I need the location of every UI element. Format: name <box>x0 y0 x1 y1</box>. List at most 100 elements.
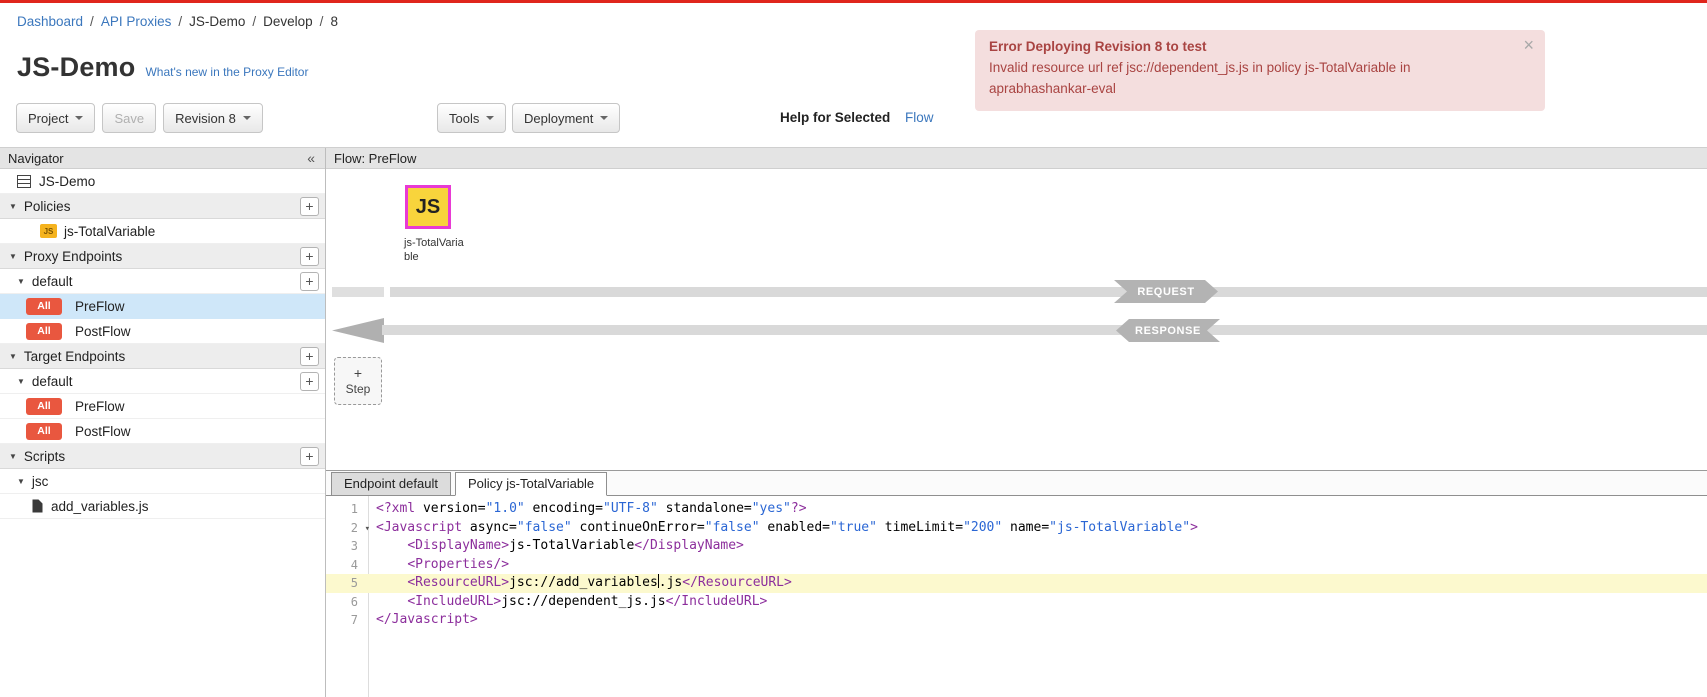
nav-item-label: default <box>32 374 73 389</box>
all-badge: All <box>26 323 62 340</box>
js-policy-icon: JS <box>40 224 57 238</box>
navigator-panel: Navigator « JS-Demo ▼ Policies + JS js-T… <box>0 148 326 697</box>
nav-section-proxy-endpoints[interactable]: ▼ Proxy Endpoints + <box>0 244 325 269</box>
all-badge: All <box>26 423 62 440</box>
nav-item-proxy-root[interactable]: JS-Demo <box>0 169 325 194</box>
nav-item-label: jsc <box>32 474 49 489</box>
all-badge: All <box>26 398 62 415</box>
line-number: 7 <box>326 611 368 630</box>
proxy-editor-app: Dashboard / API Proxies / JS-Demo / Deve… <box>0 0 1707 697</box>
nav-item-proxy-postflow[interactable]: All PostFlow <box>0 319 325 344</box>
disclosure-triangle-icon[interactable]: ▼ <box>9 252 17 261</box>
error-title: Error Deploying Revision 8 to test <box>989 39 1511 54</box>
add-script-button[interactable]: + <box>300 447 319 466</box>
breadcrumb-separator: / <box>320 14 324 29</box>
breadcrumb-proxy-name: JS-Demo <box>189 14 245 29</box>
code-line[interactable]: 4 <Properties/> <box>326 556 1707 575</box>
plus-icon: + <box>354 367 362 379</box>
nav-section-target-endpoints[interactable]: ▼ Target Endpoints + <box>0 344 325 369</box>
collapse-sidebar-icon[interactable]: « <box>304 150 317 166</box>
whats-new-link[interactable]: What's new in the Proxy Editor <box>145 65 308 79</box>
response-arrow-label: RESPONSE <box>1116 319 1220 342</box>
nav-item-label: PostFlow <box>75 324 131 339</box>
policy-node-label: js-TotalVariable <box>404 236 464 265</box>
breadcrumb-revision: 8 <box>330 14 338 29</box>
code-text: <DisplayName>js-TotalVariable</DisplayNa… <box>368 537 744 556</box>
code-line[interactable]: 6 <IncludeURL>jsc://dependent_js.js</Inc… <box>326 593 1707 612</box>
nav-item-scripts-jsc-folder[interactable]: ▼ jsc <box>0 469 325 494</box>
flow-canvas[interactable]: JS js-TotalVariable REQUEST RESPONSE + S… <box>326 169 1707 470</box>
nav-section-label: Policies <box>24 199 71 214</box>
disclosure-triangle-icon[interactable]: ▼ <box>17 277 25 286</box>
nav-item-label: PreFlow <box>75 399 125 414</box>
toolbar-deployment-group: Deployment <box>512 103 620 133</box>
save-button[interactable]: Save <box>102 103 156 133</box>
tab-endpoint-default[interactable]: Endpoint default <box>331 472 451 496</box>
save-label: Save <box>114 111 144 126</box>
disclosure-triangle-icon[interactable]: ▼ <box>17 377 25 386</box>
all-badge: All <box>26 298 62 315</box>
js-policy-shape-icon[interactable]: JS <box>405 185 451 229</box>
nav-item-label: JS-Demo <box>39 174 95 189</box>
page-title: JS-Demo <box>17 52 135 83</box>
nav-section-label: Proxy Endpoints <box>24 249 122 264</box>
flow-header: Flow: PreFlow <box>326 148 1707 169</box>
js-policy-shape-label: JS <box>416 196 440 219</box>
code-editor: Endpoint default Policy js-TotalVariable… <box>326 470 1707 697</box>
add-step-label: Step <box>346 382 371 396</box>
code-text: <Properties/> <box>368 556 509 575</box>
disclosure-triangle-icon[interactable]: ▼ <box>9 202 17 211</box>
fold-arrow-icon[interactable]: ▾ <box>365 520 370 539</box>
nav-item-label: PreFlow <box>75 299 125 314</box>
policy-node-js-totalvariable[interactable]: JS js-TotalVariable <box>402 185 468 265</box>
code-line[interactable]: 5 <ResourceURL>jsc://add_variables.js</R… <box>326 574 1707 593</box>
nav-item-label: PostFlow <box>75 424 131 439</box>
add-policy-button[interactable]: + <box>300 197 319 216</box>
flow-help-link[interactable]: Flow <box>905 110 934 125</box>
code-text: <ResourceURL>jsc://add_variables.js</Res… <box>368 574 792 593</box>
code-line[interactable]: 7</Javascript> <box>326 611 1707 630</box>
request-arrow-label: REQUEST <box>1114 280 1218 303</box>
navigator-title: Navigator <box>8 151 64 166</box>
nav-item-script-file[interactable]: add_variables.js <box>0 494 325 519</box>
add-flow-button[interactable]: + <box>300 272 319 291</box>
flow-panel: Flow: PreFlow JS js-TotalVariable REQUES… <box>326 148 1707 697</box>
add-flow-button[interactable]: + <box>300 372 319 391</box>
response-flow-bar <box>382 325 1707 335</box>
project-menu-label: Project <box>28 111 68 126</box>
nav-item-policy-js-totalvariable[interactable]: JS js-TotalVariable <box>0 219 325 244</box>
nav-section-policies[interactable]: ▼ Policies + <box>0 194 325 219</box>
breadcrumb-api-proxies[interactable]: API Proxies <box>101 14 172 29</box>
nav-item-target-postflow[interactable]: All PostFlow <box>0 419 325 444</box>
disclosure-triangle-icon[interactable]: ▼ <box>17 477 25 486</box>
nav-section-scripts[interactable]: ▼ Scripts + <box>0 444 325 469</box>
tools-menu-button[interactable]: Tools <box>437 103 506 133</box>
code-line[interactable]: 2▾<Javascript async="false" continueOnEr… <box>326 519 1707 538</box>
nav-item-proxy-preflow[interactable]: All PreFlow <box>0 294 325 319</box>
deployment-menu-button[interactable]: Deployment <box>512 103 620 133</box>
navigator-header: Navigator « <box>0 148 325 169</box>
revision-menu-button[interactable]: Revision 8 <box>163 103 263 133</box>
close-icon[interactable]: × <box>1523 36 1534 54</box>
line-number: 6 <box>326 593 368 612</box>
code-line[interactable]: 3 <DisplayName>js-TotalVariable</Display… <box>326 537 1707 556</box>
project-menu-button[interactable]: Project <box>16 103 95 133</box>
nav-item-target-preflow[interactable]: All PreFlow <box>0 394 325 419</box>
nav-item-target-endpoint-default[interactable]: ▼ default + <box>0 369 325 394</box>
nav-item-proxy-endpoint-default[interactable]: ▼ default + <box>0 269 325 294</box>
code-lines[interactable]: 1<?xml version="1.0" encoding="UTF-8" st… <box>326 496 1707 697</box>
flow-header-label: Flow: PreFlow <box>334 151 416 166</box>
add-target-endpoint-button[interactable]: + <box>300 347 319 366</box>
line-number: 5 <box>326 574 368 593</box>
breadcrumb-dashboard[interactable]: Dashboard <box>17 14 83 29</box>
add-proxy-endpoint-button[interactable]: + <box>300 247 319 266</box>
chevron-down-icon <box>600 116 608 120</box>
code-text: <Javascript async="false" continueOnErro… <box>368 519 1198 538</box>
code-line[interactable]: 1<?xml version="1.0" encoding="UTF-8" st… <box>326 500 1707 519</box>
disclosure-triangle-icon[interactable]: ▼ <box>9 452 17 461</box>
proxy-icon <box>17 175 31 188</box>
disclosure-triangle-icon[interactable]: ▼ <box>9 352 17 361</box>
tab-policy-js-totalvariable[interactable]: Policy js-TotalVariable <box>455 472 607 496</box>
nav-item-label: default <box>32 274 73 289</box>
add-step-button[interactable]: + Step <box>334 357 382 405</box>
